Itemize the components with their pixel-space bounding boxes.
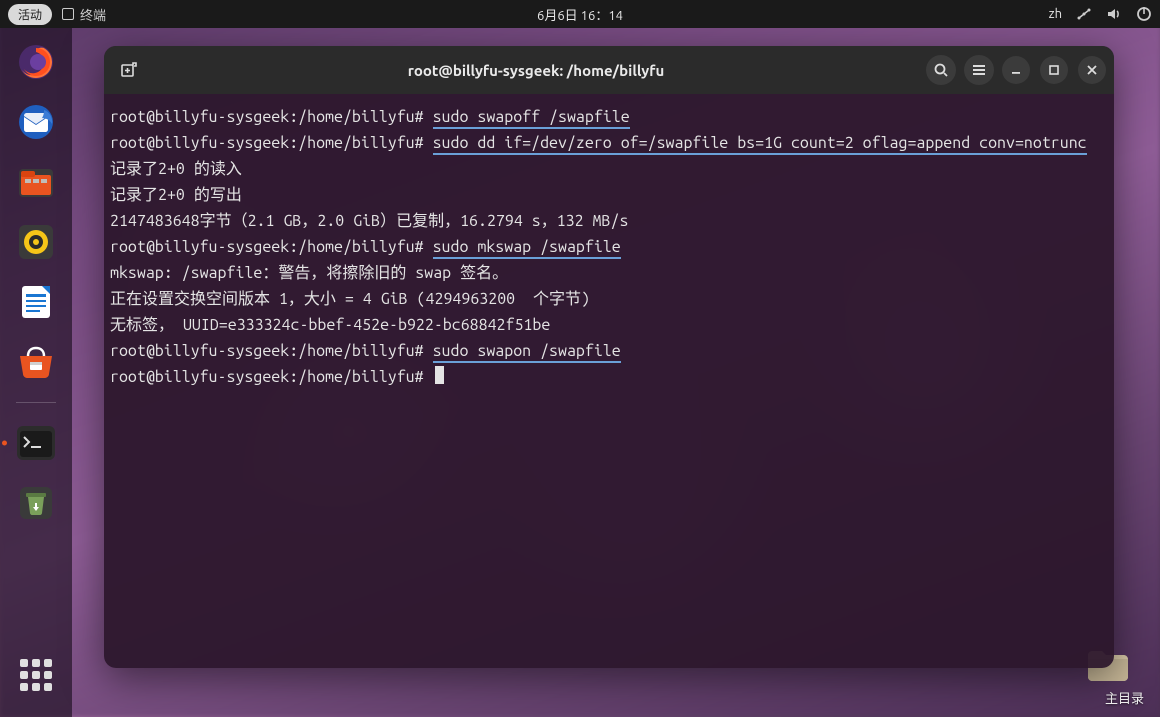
terminal-prompt: root@billyfu-sysgeek:/home/billyfu# [110,238,433,256]
terminal-prompt: root@billyfu-sysgeek:/home/billyfu# [110,134,433,152]
dock-terminal[interactable] [12,419,60,467]
input-method-indicator[interactable]: zh [1049,7,1062,21]
terminal-content[interactable]: root@billyfu-sysgeek:/home/billyfu# sudo… [104,94,1114,668]
terminal-prompt: root@billyfu-sysgeek:/home/billyfu# [110,368,433,386]
terminal-window: root@billyfu-sysgeek: /home/billyfu root… [104,46,1114,668]
terminal-output: 记录了2+0 的读入 [110,156,1108,182]
terminal-command: sudo dd if=/dev/zero of=/swapfile bs=1G … [433,134,1087,155]
dock-trash[interactable] [12,479,60,527]
app-menu[interactable]: 终端 [62,5,106,24]
terminal-command: sudo swapon /swapfile [433,342,621,363]
titlebar: root@billyfu-sysgeek: /home/billyfu [104,46,1114,94]
new-tab-button[interactable] [112,53,146,87]
dock-firefox[interactable] [12,38,60,86]
minimize-button[interactable] [1002,56,1030,84]
terminal-output: 记录了2+0 的写出 [110,182,1108,208]
clock[interactable]: 6月6日 16：14 [537,5,623,24]
dock-writer[interactable] [12,278,60,326]
terminal-prompt: root@billyfu-sysgeek:/home/billyfu# [110,342,433,360]
dock-thunderbird[interactable] [12,98,60,146]
terminal-output: 无标签， UUID=e333324c-bbef-452e-b922-bc6884… [110,312,1108,338]
power-icon[interactable] [1136,6,1152,22]
terminal-cursor [435,366,444,384]
network-icon[interactable] [1076,6,1092,22]
terminal-output: 正在设置交换空间版本 1，大小 = 4 GiB (4294963200 个字节) [110,286,1108,312]
app-menu-label: 终端 [80,5,106,24]
menu-button[interactable] [964,55,994,85]
maximize-button[interactable] [1040,56,1068,84]
desktop-home-folder-label[interactable]: 主目录 [1105,688,1144,707]
close-button[interactable] [1078,56,1106,84]
terminal-output: mkswap: /swapfile：警告，将擦除旧的 swap 签名。 [110,260,1108,286]
terminal-app-icon [62,8,74,20]
dock-files[interactable] [12,158,60,206]
volume-icon[interactable] [1106,6,1122,22]
terminal-output: 2147483648字节（2.1 GB，2.0 GiB）已复制，16.2794 … [110,208,1108,234]
window-title: root@billyfu-sysgeek: /home/billyfu [154,62,918,79]
terminal-prompt: root@billyfu-sysgeek:/home/billyfu# [110,108,433,126]
dock-divider [16,402,56,403]
search-button[interactable] [926,55,956,85]
dock-rhythmbox[interactable] [12,218,60,266]
terminal-command: sudo swapoff /swapfile [433,108,630,129]
dock-software[interactable] [12,338,60,386]
dock [0,28,72,717]
top-panel: 活动 终端 6月6日 16：14 zh [0,0,1160,28]
activities-button[interactable]: 活动 [8,4,52,25]
terminal-command: sudo mkswap /swapfile [433,238,621,259]
show-applications[interactable] [12,651,60,699]
